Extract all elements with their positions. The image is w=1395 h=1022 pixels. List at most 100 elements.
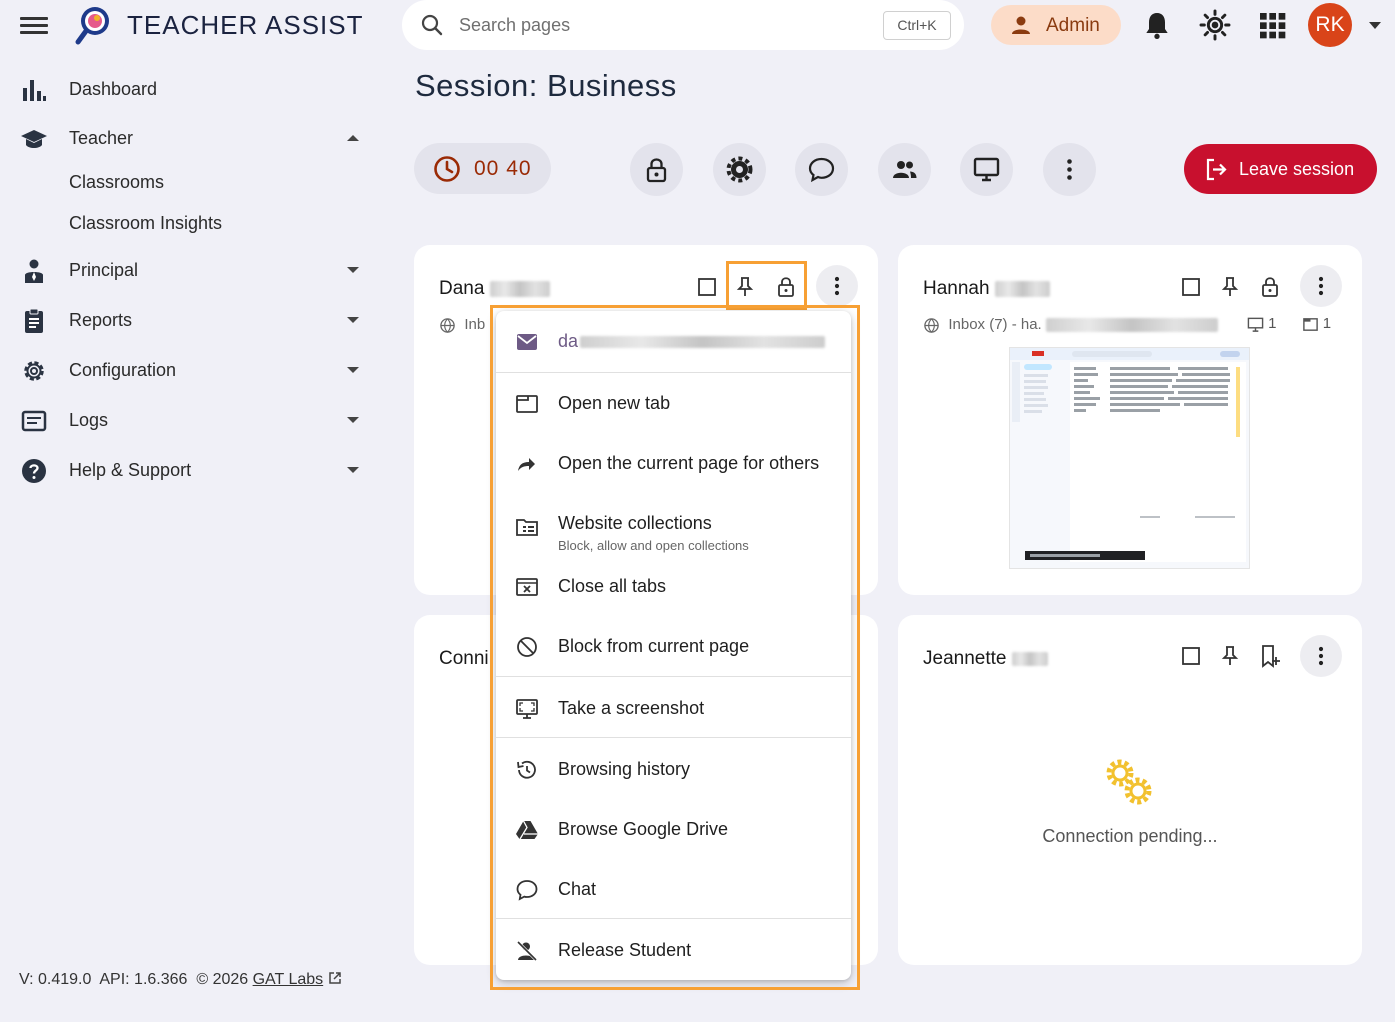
sidebar-item-label: Reports (69, 310, 133, 330)
sidebar-item-configuration[interactable]: Configuration (0, 348, 380, 392)
more-vertical-icon (1067, 159, 1072, 180)
student-more-button[interactable] (816, 265, 858, 307)
menu-item-label: Open the current page for others (558, 453, 820, 473)
sidebar-item-label: Principal (69, 260, 139, 280)
student-card-jeannette[interactable]: Jeannette Connection pending... (898, 615, 1362, 965)
caret-down-icon (347, 367, 359, 373)
active-tab-line: Inbox (7) - ha. (923, 316, 1218, 334)
block-icon (517, 637, 537, 657)
caret-down-icon (347, 317, 359, 323)
menu-item-take-screenshot[interactable]: Take a screenshot (496, 680, 851, 736)
close-tabs-icon (516, 578, 538, 596)
tab-count: 1 (1322, 315, 1332, 332)
redacted-email (1045, 318, 1218, 333)
user-avatar[interactable]: RK (1308, 3, 1352, 47)
student-screen-thumbnail[interactable] (1009, 347, 1250, 569)
leave-session-button[interactable]: Leave session (1184, 144, 1377, 194)
menu-item-label: Website collections (558, 513, 712, 533)
caret-up-icon (347, 135, 359, 141)
pin-icon[interactable] (1217, 643, 1243, 669)
menu-item-open-new-tab[interactable]: Open new tab (496, 375, 851, 431)
theme-sun-icon[interactable] (1199, 9, 1231, 41)
help-circle-icon (22, 459, 46, 483)
student-name: Conni (439, 648, 489, 669)
apps-grid-icon[interactable] (1256, 9, 1288, 41)
external-link-icon[interactable] (328, 971, 342, 985)
timer-value: 00 40 (474, 157, 532, 180)
menu-item-label: Take a screenshot (558, 698, 705, 718)
checkbox-icon[interactable] (1178, 274, 1204, 300)
collection-folder-icon (516, 519, 538, 536)
menu-item-label: Open new tab (558, 393, 671, 413)
sidebar-item-dashboard[interactable]: Dashboard (0, 67, 380, 111)
student-card-hannah[interactable]: Hannah Inbox (7) - ha. 1 1 (898, 245, 1362, 595)
redacted-surname (994, 280, 1050, 297)
sidebar-subitem-classrooms[interactable]: Classrooms (69, 172, 164, 193)
menu-item-chat[interactable]: Chat (496, 861, 851, 917)
lock-all-button[interactable] (630, 143, 683, 196)
menu-item-release-student[interactable]: Release Student (496, 922, 851, 978)
clock-icon (434, 156, 460, 182)
session-chat-button[interactable] (795, 143, 848, 196)
bell-icon[interactable] (1141, 9, 1173, 41)
menu-item-label: Browsing history (558, 759, 691, 779)
pin-icon[interactable] (732, 274, 758, 300)
student-more-button[interactable] (1300, 635, 1342, 677)
menu-divider (496, 737, 851, 738)
window-count: 1 (1268, 315, 1277, 332)
admin-role-button[interactable]: Admin (991, 5, 1121, 45)
brand-title: TEACHER ASSIST (127, 10, 364, 40)
menu-item-label: Block from current page (558, 636, 750, 656)
caret-down-icon[interactable] (1366, 18, 1384, 32)
bar-chart-icon (23, 80, 46, 101)
search-placeholder: Search pages (459, 15, 571, 35)
sidebar-item-label: Help & Support (69, 460, 192, 480)
release-person-icon (516, 940, 538, 962)
email-inbox-thumbnail-image (1010, 348, 1249, 568)
pin-icon[interactable] (1217, 274, 1243, 300)
lock-icon (646, 158, 667, 183)
student-first-name: Dana (439, 278, 485, 299)
checkbox-icon[interactable] (694, 274, 720, 300)
menu-item-website-collections[interactable]: Website collections Block, allow and ope… (496, 495, 851, 559)
lock-icon[interactable] (773, 274, 799, 300)
session-settings-button[interactable] (713, 143, 766, 196)
sidebar-item-label: Logs (69, 410, 109, 430)
window-tab-counts: 1 1 (1247, 315, 1331, 333)
sidebar-item-teacher[interactable]: Teacher (0, 116, 380, 160)
sidebar-item-label: Configuration (69, 360, 177, 380)
menu-item-browse-google-drive[interactable]: Browse Google Drive (496, 801, 851, 857)
menu-item-open-page-for-others[interactable]: Open the current page for others (496, 435, 851, 491)
menu-item-close-all-tabs[interactable]: Close all tabs (496, 558, 851, 614)
redacted-email (580, 336, 826, 349)
sidebar-item-logs[interactable]: Logs (0, 398, 380, 442)
menu-hamburger-icon[interactable] (20, 14, 48, 38)
menu-item-browsing-history[interactable]: Browsing history (496, 741, 851, 797)
active-tab-line: Inb (439, 316, 485, 334)
menu-divider (496, 918, 851, 919)
session-title: Session: Business (415, 68, 677, 103)
top-bar: TEACHER ASSIST Search pages Ctrl+K Admin… (0, 0, 1395, 52)
screen-share-button[interactable] (960, 143, 1013, 196)
menu-divider (496, 676, 851, 677)
menu-item-block-current-page[interactable]: Block from current page (496, 618, 851, 674)
admin-role-label: Admin (1046, 15, 1100, 36)
loading-gears-icon (1106, 759, 1152, 805)
bookmark-add-icon[interactable] (1257, 643, 1283, 669)
lock-icon[interactable] (1257, 274, 1283, 300)
sidebar-item-help-support[interactable]: Help & Support (0, 448, 380, 492)
screenshot-icon (516, 699, 538, 719)
gat-labs-link[interactable]: GAT Labs (253, 971, 324, 988)
gear-icon (726, 156, 753, 183)
session-more-button[interactable] (1043, 143, 1096, 196)
sidebar-subitem-classroom-insights[interactable]: Classroom Insights (69, 213, 222, 234)
students-button[interactable] (878, 143, 931, 196)
student-email-text: da (558, 331, 579, 351)
search-bar[interactable]: Search pages Ctrl+K (402, 0, 964, 50)
sidebar-item-reports[interactable]: Reports (0, 298, 380, 342)
leave-session-label: Leave session (1239, 159, 1355, 179)
student-more-button[interactable] (1300, 265, 1342, 307)
sidebar-item-principal[interactable]: Principal (0, 248, 380, 292)
checkbox-icon[interactable] (1178, 643, 1204, 669)
more-vertical-icon (834, 276, 840, 296)
